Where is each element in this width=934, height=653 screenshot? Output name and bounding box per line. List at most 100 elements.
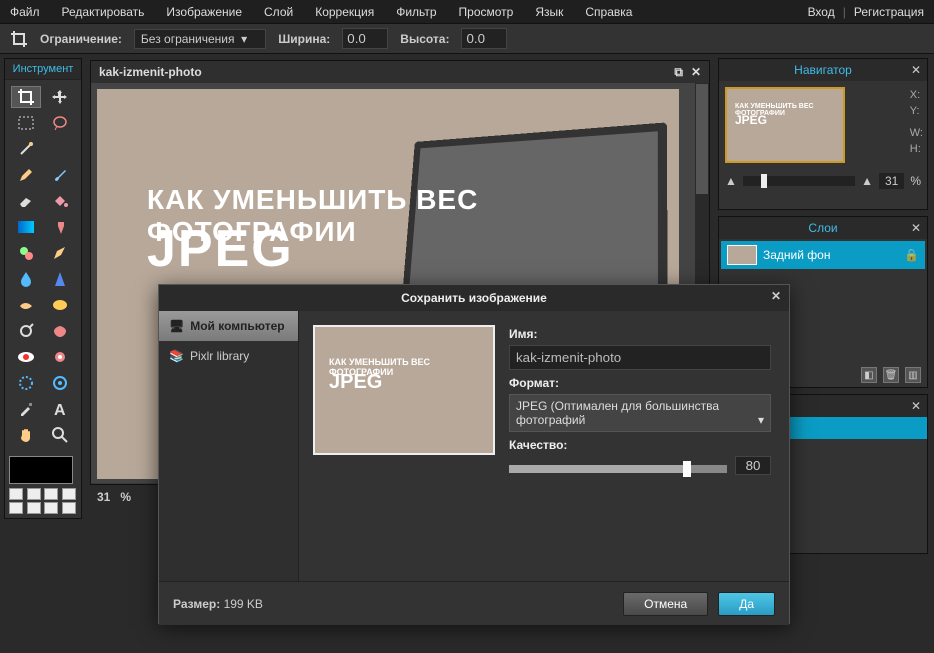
sidebar-item-label: Мой компьютер — [190, 319, 284, 333]
hand-tool[interactable] — [11, 424, 41, 446]
chevron-down-icon: ▾ — [758, 413, 764, 427]
draw-tool[interactable] — [45, 242, 75, 264]
dialog-preview-image: КАК УМЕНЬШИТЬ ВЕС ФОТОГРАФИИ JPEG — [313, 325, 495, 455]
foreground-color-swatch[interactable] — [9, 456, 73, 484]
close-icon[interactable]: ✕ — [911, 399, 921, 413]
navigator-zoom-pct: % — [910, 174, 921, 188]
width-input[interactable] — [342, 28, 388, 49]
navigator-zoom-value: 31 — [879, 173, 904, 189]
menu-view[interactable]: Просмотр — [459, 5, 514, 19]
marquee-tool[interactable] — [11, 112, 41, 134]
eraser-tool[interactable] — [11, 190, 41, 212]
brush-tool[interactable] — [45, 164, 75, 186]
close-icon[interactable]: ✕ — [911, 221, 921, 235]
menu-edit[interactable]: Редактировать — [62, 5, 145, 19]
layer-row-background[interactable]: Задний фон 🔒 — [721, 241, 925, 269]
sidebar-item-pixlr[interactable]: 📚 Pixlr library — [159, 341, 298, 371]
layer-menu-icon[interactable]: ▥ — [905, 367, 921, 383]
library-icon: 📚 — [169, 349, 184, 363]
ok-button[interactable]: Да — [718, 592, 775, 616]
replace-tool[interactable] — [11, 242, 41, 264]
delete-layer-icon[interactable]: 🗑 — [883, 367, 899, 383]
nav-thumb-text2: JPEG — [735, 113, 767, 127]
menubar: Файл Редактировать Изображение Слой Корр… — [0, 0, 934, 24]
register-link[interactable]: Регистрация — [854, 5, 924, 19]
name-label: Имя: — [509, 327, 771, 341]
menu-help[interactable]: Справка — [585, 5, 632, 19]
spacer — [45, 138, 75, 160]
type-tool[interactable]: A — [45, 398, 75, 420]
dodge-tool[interactable] — [11, 320, 41, 342]
menu-file[interactable]: Файл — [10, 5, 40, 19]
bloat-tool[interactable] — [11, 372, 41, 394]
pinch-tool[interactable] — [45, 372, 75, 394]
dialog-title: Сохранить изображение — [401, 291, 547, 305]
restore-icon[interactable]: ⧉ — [674, 65, 683, 80]
dialog-sidebar: 🖥 Мой компьютер 📚 Pixlr library — [159, 311, 299, 581]
constraint-select[interactable]: Без ограничения ▾ — [134, 29, 266, 49]
name-input[interactable] — [509, 345, 771, 370]
svg-text:A: A — [54, 402, 66, 417]
tool-panel: Инструмент A — [4, 58, 82, 519]
picker-tool[interactable] — [11, 398, 41, 420]
quality-slider[interactable] — [509, 465, 727, 473]
canvas-title: kak-izmenit-photo — [99, 65, 202, 79]
separator: | — [843, 5, 846, 19]
layer-label: Задний фон — [763, 248, 830, 262]
format-select[interactable]: JPEG (Оптимален для большинства фотограф… — [509, 394, 771, 432]
navigator-zoom-slider[interactable] — [743, 176, 855, 186]
navigator-title: Навигатор — [794, 63, 852, 77]
close-icon[interactable]: ✕ — [771, 289, 781, 303]
crop-icon — [10, 30, 28, 48]
menu-language[interactable]: Язык — [535, 5, 563, 19]
sidebar-item-label: Pixlr library — [190, 349, 249, 363]
save-dialog: Сохранить изображение ✕ 🖥 Мой компьютер … — [158, 284, 790, 624]
menu-layer[interactable]: Слой — [264, 5, 293, 19]
move-tool[interactable] — [45, 86, 75, 108]
lasso-tool[interactable] — [45, 112, 75, 134]
burn-tool[interactable] — [45, 320, 75, 342]
tool-panel-title: Инструмент — [5, 59, 81, 80]
format-label: Формат: — [509, 376, 771, 390]
cancel-button[interactable]: Отмена — [623, 592, 708, 616]
zoom-tool[interactable] — [45, 424, 75, 446]
preview-text2: JPEG — [329, 371, 382, 394]
sidebar-item-mycomputer[interactable]: 🖥 Мой компьютер — [159, 311, 298, 341]
layers-title: Слои — [808, 221, 837, 235]
height-input[interactable] — [461, 28, 507, 49]
menu-image[interactable]: Изображение — [166, 5, 242, 19]
quality-label: Качество: — [509, 438, 771, 452]
height-label: Высота: — [400, 32, 449, 46]
redeye-tool[interactable] — [11, 346, 41, 368]
navigator-thumbnail[interactable]: КАК УМЕНЬШИТЬ ВЕС ФОТОГРАФИИ JPEG — [725, 87, 845, 163]
navigator-info: X: Y: W: H: — [906, 81, 927, 163]
image-text-line2: JPEG — [147, 219, 294, 279]
canvas-zoom-pct: % — [120, 490, 131, 504]
swatch-palette[interactable] — [9, 488, 77, 514]
layer-settings-icon[interactable]: ◧ — [861, 367, 877, 383]
sponge-tool[interactable] — [45, 294, 75, 316]
navigator-panel: Навигатор ✕ КАК УМЕНЬШИТЬ ВЕС ФОТОГРАФИИ… — [718, 58, 928, 210]
sharpen-tool[interactable] — [45, 268, 75, 290]
lock-icon[interactable]: 🔒 — [904, 248, 919, 262]
clone-tool[interactable] — [45, 216, 75, 238]
zoom-in-icon[interactable]: ▲ — [861, 174, 873, 188]
login-link[interactable]: Вход — [808, 5, 835, 19]
pencil-tool[interactable] — [11, 164, 41, 186]
menu-filter[interactable]: Фильтр — [396, 5, 436, 19]
bucket-tool[interactable] — [45, 190, 75, 212]
blur-tool[interactable] — [11, 268, 41, 290]
crop-tool[interactable] — [11, 86, 41, 108]
gradient-tool[interactable] — [11, 216, 41, 238]
computer-icon: 🖥 — [169, 319, 184, 333]
close-icon[interactable]: ✕ — [691, 65, 701, 80]
smudge-tool[interactable] — [11, 294, 41, 316]
menu-adjust[interactable]: Коррекция — [315, 5, 374, 19]
size-label: Размер: 199 KB — [173, 597, 423, 611]
quality-value[interactable] — [735, 456, 771, 475]
zoom-out-icon[interactable]: ▲ — [725, 174, 737, 188]
wand-tool[interactable] — [11, 138, 41, 160]
width-label: Ширина: — [278, 32, 330, 46]
close-icon[interactable]: ✕ — [911, 63, 921, 77]
spot-tool[interactable] — [45, 346, 75, 368]
